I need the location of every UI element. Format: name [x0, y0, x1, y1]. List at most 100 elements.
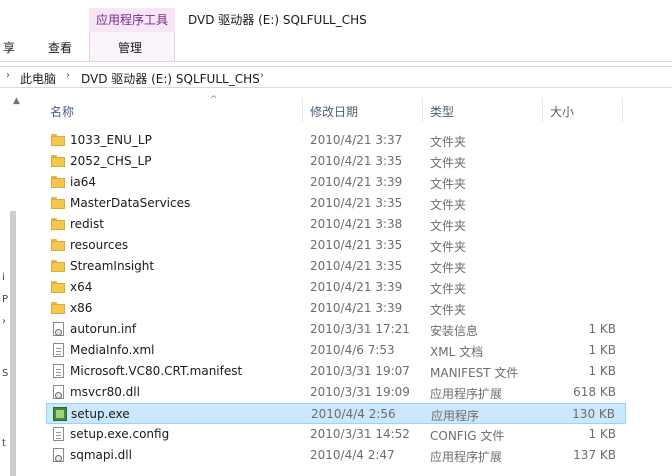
exe-icon [53, 407, 67, 421]
address-bar[interactable]: › 此电脑 › DVD 驱动器 (E:) SQLFULL_CHS › [0, 66, 672, 88]
file-type: 文件夹 [430, 177, 467, 191]
file-date: 2010/4/4 2:56 [311, 407, 396, 421]
file-row[interactable]: ia64 2010/4/21 3:39 文件夹 [46, 172, 626, 193]
file-size: 1 KB [588, 343, 616, 357]
column-divider[interactable] [422, 98, 423, 122]
column-header-type[interactable]: 类型 [430, 103, 454, 120]
folder-icon [51, 218, 65, 230]
gear-doc-icon [53, 448, 64, 462]
tab-share[interactable]: 享 [3, 39, 15, 56]
file-name: 2052_CHS_LP [70, 154, 152, 168]
file-row[interactable]: msvcr80.dll 2010/3/31 19:09 应用程序扩展 618 KB [46, 382, 626, 403]
file-row[interactable]: Microsoft.VC80.CRT.manifest 2010/3/31 19:… [46, 361, 626, 382]
file-name: msvcr80.dll [70, 385, 140, 399]
scroll-up-arrow-icon[interactable]: ▲ [13, 96, 20, 106]
column-header-size[interactable]: 大小 [550, 103, 574, 120]
file-type: 文件夹 [430, 303, 467, 317]
file-row[interactable]: MediaInfo.xml 2010/4/6 7:53 XML 文档 1 KB [46, 340, 626, 361]
folder-icon [51, 134, 65, 146]
sort-ascending-icon: ^ [210, 95, 218, 105]
file-type: 文件夹 [430, 282, 467, 296]
nav-item-fragment[interactable]: P [2, 294, 8, 305]
file-row[interactable]: StreamInsight 2010/4/21 3:35 文件夹 [46, 256, 626, 277]
file-date: 2010/3/31 19:07 [310, 364, 410, 378]
gear-doc-icon [53, 322, 64, 336]
file-row[interactable]: 1033_ENU_LP 2010/4/21 3:37 文件夹 [46, 130, 626, 151]
file-date: 2010/4/21 3:37 [310, 133, 403, 147]
file-name: x64 [70, 280, 93, 294]
file-size: 618 KB [573, 385, 616, 399]
nav-scrollbar-thumb[interactable] [10, 211, 16, 476]
file-size: 1 KB [588, 322, 616, 336]
column-header-name[interactable]: 名称 [50, 103, 74, 120]
file-row[interactable]: setup.exe 2010/4/4 2:56 应用程序 130 KB [46, 403, 626, 424]
file-row[interactable]: autorun.inf 2010/3/31 17:21 安装信息 1 KB [46, 319, 626, 340]
file-name: ia64 [70, 175, 96, 189]
folder-icon [51, 155, 65, 167]
chevron-right-icon[interactable]: › [66, 70, 70, 81]
folder-icon [51, 281, 65, 293]
doc-icon [53, 364, 64, 378]
file-date: 2010/4/21 3:39 [310, 301, 403, 315]
file-type: 应用程序扩展 [430, 450, 503, 464]
file-date: 2010/4/21 3:39 [310, 175, 403, 189]
file-name: setup.exe.config [70, 427, 170, 441]
column-divider[interactable] [542, 98, 543, 122]
file-row[interactable]: sqmapi.dll 2010/4/4 2:47 应用程序扩展 137 KB [46, 445, 626, 466]
file-name: MasterDataServices [70, 196, 191, 210]
file-name: setup.exe [71, 407, 130, 421]
gear-doc-icon [53, 385, 64, 399]
column-header-row: ^ 名称 修改日期 类型 大小 [40, 95, 672, 124]
tab-manage[interactable]: 管理 [118, 39, 142, 56]
file-row[interactable]: redist 2010/4/21 3:38 文件夹 [46, 214, 626, 235]
file-name: autorun.inf [70, 322, 137, 336]
file-name: MediaInfo.xml [70, 343, 155, 357]
tab-view[interactable]: 查看 [48, 39, 72, 56]
chevron-right-icon[interactable]: › [6, 70, 10, 81]
file-name: resources [70, 238, 129, 252]
nav-item-fragment[interactable]: S [2, 368, 8, 379]
nav-item-fragment[interactable]: › [2, 316, 6, 327]
file-type: 文件夹 [430, 135, 467, 149]
nav-item-fragment[interactable]: t [2, 438, 6, 449]
file-row[interactable]: MasterDataServices 2010/4/21 3:35 文件夹 [46, 193, 626, 214]
folder-icon [51, 260, 65, 272]
ribbon-divider [0, 61, 672, 62]
file-date: 2010/3/31 17:21 [310, 322, 410, 336]
file-row[interactable]: x64 2010/4/21 3:39 文件夹 [46, 277, 626, 298]
file-size: 137 KB [573, 448, 616, 462]
file-type: 文件夹 [430, 240, 467, 254]
file-type: MANIFEST 文件 [430, 366, 519, 380]
chevron-right-icon[interactable]: › [260, 70, 264, 81]
file-row[interactable]: x86 2010/4/21 3:39 文件夹 [46, 298, 626, 319]
file-size: 1 KB [588, 364, 616, 378]
breadcrumb-dvd-drive[interactable]: DVD 驱动器 (E:) SQLFULL_CHS [81, 70, 260, 87]
file-name: 1033_ENU_LP [70, 133, 152, 147]
column-divider[interactable] [302, 98, 303, 122]
column-header-date[interactable]: 修改日期 [310, 103, 358, 120]
file-type: 文件夹 [430, 156, 467, 170]
file-type: XML 文档 [430, 345, 484, 359]
file-row[interactable]: setup.exe.config 2010/3/31 14:52 CONFIG 文件… [46, 424, 626, 445]
file-type: 文件夹 [430, 261, 467, 275]
file-date: 2010/4/21 3:39 [310, 280, 403, 294]
file-size: 130 KB [572, 407, 615, 421]
file-row[interactable]: 2052_CHS_LP 2010/4/21 3:35 文件夹 [46, 151, 626, 172]
file-date: 2010/4/21 3:38 [310, 217, 403, 231]
file-name: sqmapi.dll [70, 448, 132, 462]
nav-item-fragment[interactable]: i [2, 272, 5, 283]
column-divider[interactable] [622, 98, 623, 122]
file-row[interactable]: resources 2010/4/21 3:35 文件夹 [46, 235, 626, 256]
breadcrumb-this-pc[interactable]: 此电脑 [20, 70, 56, 87]
doc-icon [53, 343, 64, 357]
file-date: 2010/4/21 3:35 [310, 259, 403, 273]
file-type: 安装信息 [430, 324, 479, 338]
file-date: 2010/4/6 7:53 [310, 343, 395, 357]
file-size: 1 KB [588, 427, 616, 441]
file-type: 文件夹 [430, 198, 467, 212]
folder-icon [51, 176, 65, 188]
window-title: DVD 驱动器 (E:) SQLFULL_CHS [188, 13, 367, 27]
title-bar: 应用程序工具 DVD 驱动器 (E:) SQLFULL_CHS 享 查看 管理 [0, 0, 672, 62]
folder-icon [51, 197, 65, 209]
file-type: 文件夹 [430, 219, 467, 233]
